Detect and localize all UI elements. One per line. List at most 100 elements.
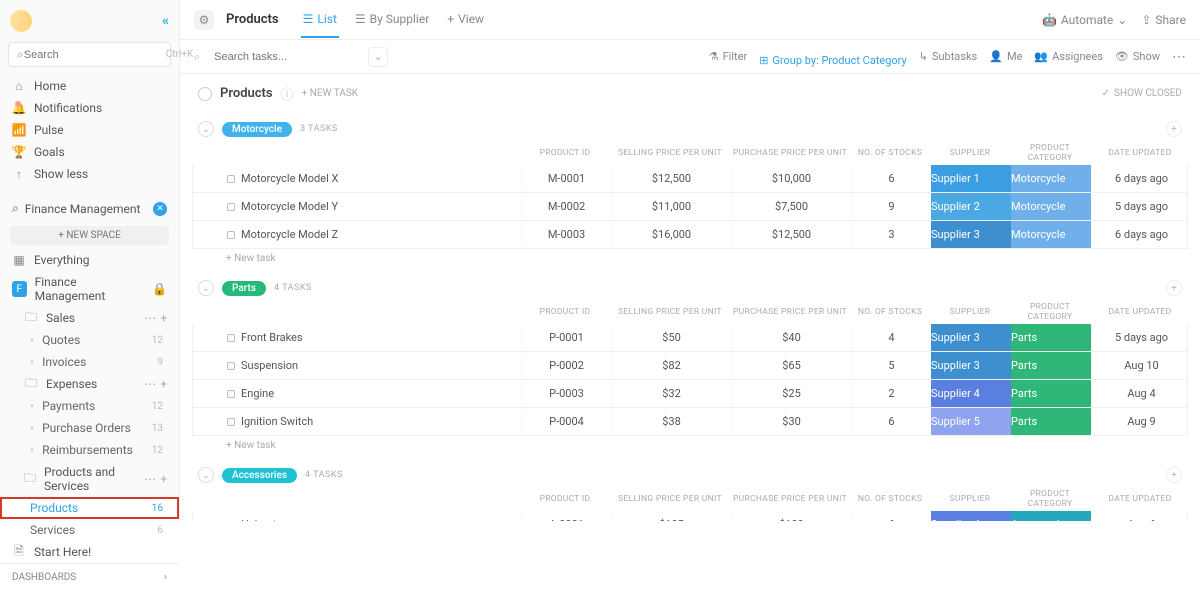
cell-supplier[interactable]: Supplier 5 — [931, 408, 1011, 435]
col-category[interactable]: PRODUCT CATEGORY — [1010, 302, 1090, 322]
me-button[interactable]: 👤Me — [989, 50, 1022, 63]
add-view-button[interactable]: +View — [445, 2, 486, 38]
list-reimbursements[interactable]: •Reimbursements12 — [0, 439, 179, 461]
col-stocks[interactable]: NO. OF STOCKS — [850, 307, 930, 317]
col-selling-price[interactable]: SELLING PRICE PER UNIT — [610, 148, 730, 158]
col-date-updated[interactable]: DATE UPDATED — [1090, 148, 1190, 158]
task-row[interactable]: HelmetA-0001$125$1006Supplier 4Accessori… — [192, 511, 1188, 521]
status-icon[interactable] — [227, 203, 235, 211]
status-icon[interactable] — [227, 175, 235, 183]
col-supplier[interactable]: SUPPLIER — [930, 307, 1010, 317]
cell-supplier[interactable]: Supplier 4 — [931, 511, 1011, 521]
share-button[interactable]: ⇪Share — [1141, 13, 1186, 27]
col-purchase-price[interactable]: PURCHASE PRICE PER UNIT — [730, 148, 850, 158]
col-category[interactable]: PRODUCT CATEGORY — [1010, 489, 1090, 509]
list-purchase-orders[interactable]: •Purchase Orders13 — [0, 417, 179, 439]
automate-button[interactable]: 🤖Automate⌄ — [1042, 13, 1127, 27]
folder-sales[interactable]: 🗀Sales⋯+ — [0, 307, 179, 329]
nav-pulse[interactable]: 📶Pulse — [0, 119, 179, 141]
folder-expenses[interactable]: 🗀Expenses⋯+ — [0, 373, 179, 395]
group-pill[interactable]: Motorcycle — [222, 122, 292, 137]
folder-products-services[interactable]: 🗀Products and Services⋯+ — [0, 461, 179, 497]
col-stocks[interactable]: NO. OF STOCKS — [850, 494, 930, 504]
list-settings-icon[interactable]: ⚙ — [194, 10, 214, 30]
list-services[interactable]: Services6 — [0, 519, 179, 541]
search-expand-button[interactable]: ⌄ — [368, 47, 388, 67]
more-icon[interactable]: ⋯ — [144, 377, 156, 391]
col-selling-price[interactable]: SELLING PRICE PER UNIT — [610, 494, 730, 504]
tree-start-here[interactable]: 🗎Start Here! — [0, 541, 179, 563]
col-category[interactable]: PRODUCT CATEGORY — [1010, 143, 1090, 163]
task-row[interactable]: Ignition SwitchP-0004$38$306Supplier 5Pa… — [192, 408, 1188, 436]
col-date-updated[interactable]: DATE UPDATED — [1090, 494, 1190, 504]
list-payments[interactable]: •Payments12 — [0, 395, 179, 417]
status-icon[interactable] — [227, 418, 235, 426]
cell-category[interactable]: Parts — [1011, 408, 1091, 435]
plus-icon[interactable]: + — [160, 311, 167, 325]
cell-supplier[interactable]: Supplier 3 — [931, 221, 1011, 248]
col-date-updated[interactable]: DATE UPDATED — [1090, 307, 1190, 317]
task-row[interactable]: Motorcycle Model XM-0001$12,500$10,0006S… — [192, 165, 1188, 193]
cell-supplier[interactable]: Supplier 4 — [931, 380, 1011, 407]
col-product-id[interactable]: PRODUCT ID — [520, 494, 610, 504]
view-tab-by-supplier[interactable]: ☰By Supplier — [353, 2, 431, 38]
col-supplier[interactable]: SUPPLIER — [930, 148, 1010, 158]
cell-category[interactable]: Motorcycle — [1011, 221, 1091, 248]
plus-icon[interactable]: + — [160, 377, 167, 391]
list-products[interactable]: Products16 — [0, 497, 179, 519]
nav-goals[interactable]: 🏆Goals — [0, 141, 179, 163]
status-icon[interactable] — [227, 334, 235, 342]
col-supplier[interactable]: SUPPLIER — [930, 494, 1010, 504]
group-collapse-icon[interactable]: ⌄ — [198, 467, 214, 483]
cell-category[interactable]: Parts — [1011, 352, 1091, 379]
nav-home[interactable]: ⌂Home — [0, 75, 179, 97]
col-purchase-price[interactable]: PURCHASE PRICE PER UNIT — [730, 307, 850, 317]
task-row[interactable]: EngineP-0003$32$252Supplier 4PartsAug 4 — [192, 380, 1188, 408]
cell-supplier[interactable]: Supplier 2 — [931, 193, 1011, 220]
sidebar-search[interactable]: ⌕ Ctrl+K — [8, 42, 171, 67]
assignees-button[interactable]: 👥Assignees — [1034, 50, 1103, 63]
nav-show-less[interactable]: ↑Show less — [0, 163, 179, 185]
add-column-button[interactable]: + — [1166, 467, 1182, 483]
space-header-finance[interactable]: ⌕Finance Management ✕ — [0, 195, 179, 222]
plus-icon[interactable]: + — [160, 472, 167, 486]
task-row[interactable]: Motorcycle Model ZM-0003$16,000$12,5003S… — [192, 221, 1188, 249]
group-by-button[interactable]: ⊞Group by: Product Category — [759, 54, 907, 67]
cell-category[interactable]: Parts — [1011, 380, 1091, 407]
col-product-id[interactable]: PRODUCT ID — [520, 307, 610, 317]
show-button[interactable]: 👁Show — [1115, 50, 1160, 63]
task-search-input[interactable] — [214, 51, 354, 63]
group-collapse-icon[interactable]: ⌄ — [198, 121, 214, 137]
nav-notifications[interactable]: 🔔Notifications — [0, 97, 179, 119]
new-task-row[interactable]: + New task — [192, 249, 1188, 268]
group-pill[interactable]: Accessories — [222, 468, 297, 483]
view-tab-list[interactable]: ☰List — [301, 2, 339, 38]
more-icon[interactable]: ⋯ — [1172, 49, 1186, 65]
filter-button[interactable]: ⚗Filter — [709, 50, 747, 63]
col-selling-price[interactable]: SELLING PRICE PER UNIT — [610, 307, 730, 317]
info-icon[interactable]: ⓘ — [281, 84, 294, 103]
status-icon[interactable] — [227, 362, 235, 370]
subtasks-button[interactable]: ↳Subtasks — [919, 50, 978, 63]
cell-category[interactable]: Parts — [1011, 324, 1091, 351]
collapse-sidebar-icon[interactable]: « — [162, 13, 169, 29]
new-space-button[interactable]: + NEW SPACE — [10, 226, 169, 245]
show-closed-button[interactable]: ✓SHOW CLOSED — [1102, 88, 1182, 99]
cell-category[interactable]: Motorcycle — [1011, 165, 1091, 192]
col-product-id[interactable]: PRODUCT ID — [520, 148, 610, 158]
cell-supplier[interactable]: Supplier 1 — [931, 165, 1011, 192]
workspace-avatar[interactable] — [10, 10, 32, 32]
status-icon[interactable] — [227, 390, 235, 398]
tree-finance-management[interactable]: FFinance Management🔒 — [0, 271, 179, 307]
cell-category[interactable]: Motorcycle — [1011, 193, 1091, 220]
cell-supplier[interactable]: Supplier 3 — [931, 324, 1011, 351]
col-stocks[interactable]: NO. OF STOCKS — [850, 148, 930, 158]
new-task-button[interactable]: + NEW TASK — [302, 88, 358, 99]
task-row[interactable]: SuspensionP-0002$82$655Supplier 3PartsAu… — [192, 352, 1188, 380]
tree-everything[interactable]: ▦Everything — [0, 249, 179, 271]
add-column-button[interactable]: + — [1166, 280, 1182, 296]
cell-category[interactable]: Accessories — [1011, 511, 1091, 521]
col-purchase-price[interactable]: PURCHASE PRICE PER UNIT — [730, 494, 850, 504]
list-invoices[interactable]: •Invoices9 — [0, 351, 179, 373]
cell-supplier[interactable]: Supplier 3 — [931, 352, 1011, 379]
